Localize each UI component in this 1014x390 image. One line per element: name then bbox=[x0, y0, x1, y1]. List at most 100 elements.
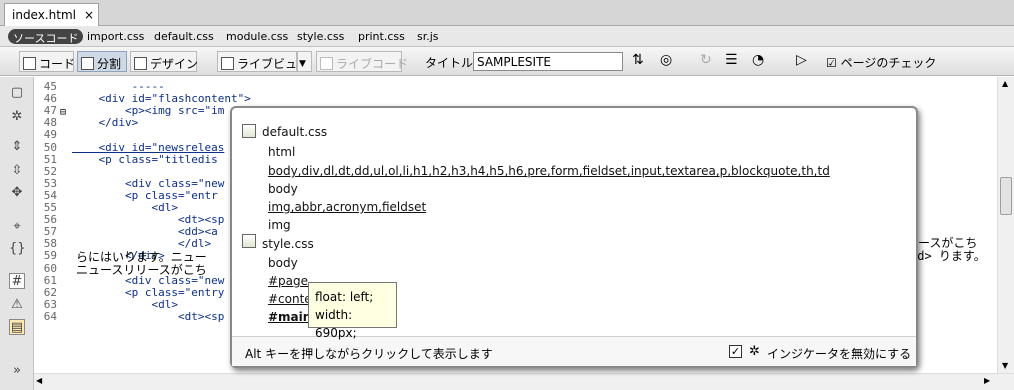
line-number: 48 bbox=[43, 116, 57, 130]
refresh-icon[interactable]: ↻ bbox=[700, 52, 712, 68]
validate-icon[interactable]: ▷ bbox=[796, 52, 807, 68]
code-line: <dt><sp bbox=[72, 213, 225, 227]
scroll-thumb[interactable] bbox=[1000, 177, 1012, 215]
code-line: <p class="entry bbox=[72, 285, 225, 299]
live-code-button[interactable]: ライブコード bbox=[316, 51, 408, 72]
css-file-icon bbox=[242, 124, 256, 138]
css-rule[interactable]: img bbox=[268, 218, 291, 232]
design-view-icon bbox=[134, 57, 147, 70]
css-rule[interactable]: #conte bbox=[268, 292, 312, 306]
css-file-icon bbox=[242, 234, 256, 248]
line-number: 49 bbox=[43, 128, 57, 142]
scroll-down-icon[interactable]: ▼ bbox=[1002, 361, 1008, 370]
code-line: <p class="entr bbox=[72, 188, 218, 202]
document-tab-bar: index.html × bbox=[0, 0, 1014, 26]
disable-indicator-label: インジケータを無効にする bbox=[767, 347, 912, 361]
css-rule[interactable]: img,abbr,acronym,fieldset bbox=[268, 200, 426, 214]
line-number: 54 bbox=[43, 188, 57, 202]
close-tab-icon[interactable]: × bbox=[84, 8, 94, 22]
related-file-default-css[interactable]: default.css bbox=[154, 30, 214, 43]
split-view-button[interactable]: 分割 bbox=[77, 51, 127, 72]
expand-all-icon[interactable]: ✥ bbox=[9, 185, 25, 201]
tooltip-line: float: left; bbox=[315, 290, 374, 304]
css-rule[interactable]: body bbox=[268, 182, 298, 196]
scroll-left-icon[interactable]: ◀ bbox=[36, 376, 42, 385]
code-view-button[interactable]: コード bbox=[19, 51, 75, 72]
live-view-icon bbox=[221, 57, 234, 70]
live-view-dropdown[interactable]: ▼ bbox=[297, 51, 312, 72]
line-number: 56 bbox=[43, 213, 57, 227]
code-line: <div class="new bbox=[72, 176, 225, 190]
live-view-button[interactable]: ライブビュー bbox=[217, 51, 309, 72]
css-file-name[interactable]: style.css bbox=[262, 237, 314, 251]
line-number: 57 bbox=[43, 225, 57, 239]
syntax-error-alerts-icon[interactable]: ▤ bbox=[9, 319, 25, 335]
line-number: 46 bbox=[43, 92, 57, 106]
check-page-button[interactable]: ☑ ページのチェック bbox=[826, 54, 936, 71]
select-parent-tag-icon[interactable]: ⌖ bbox=[9, 219, 25, 235]
split-view-icon bbox=[81, 57, 94, 70]
css-file-name[interactable]: default.css bbox=[262, 125, 327, 139]
code-line: <dl> bbox=[72, 297, 178, 311]
title-input[interactable] bbox=[473, 52, 623, 71]
indicator-icon: ✲ bbox=[749, 344, 760, 359]
horizontal-scrollbar[interactable]: ◀ ▶ bbox=[34, 373, 1014, 390]
line-number: 47 bbox=[43, 104, 57, 118]
related-file-module-css[interactable]: module.css bbox=[226, 30, 288, 43]
wrapped-text-line: ニュースリリースがこち bbox=[76, 263, 207, 277]
related-file-import-css[interactable]: import.css bbox=[87, 30, 144, 43]
collapse-toggle-icon[interactable]: ⊟ bbox=[60, 107, 66, 118]
related-file-style-css[interactable]: style.css bbox=[297, 30, 344, 43]
line-number: 50 bbox=[43, 140, 57, 154]
line-number: 45 bbox=[43, 80, 57, 93]
source-code-button[interactable]: ソースコード bbox=[8, 29, 84, 45]
collapse-tag-icon[interactable]: ⇕ bbox=[9, 139, 25, 155]
document-tab[interactable]: index.html × bbox=[4, 3, 99, 26]
related-file-sr-js[interactable]: sr.js bbox=[417, 30, 439, 43]
line-number: 62 bbox=[43, 285, 57, 299]
file-transfer-icon[interactable]: ⇅ bbox=[632, 52, 644, 68]
related-files-bar: ソースコード import.css default.css module.css… bbox=[0, 26, 1014, 47]
browser-preview-icon[interactable]: ◎ bbox=[660, 52, 672, 68]
code-line: ----- bbox=[72, 80, 165, 93]
scroll-right-icon[interactable]: ▶ bbox=[984, 376, 990, 385]
view-options-icon[interactable]: ☰ bbox=[725, 52, 738, 68]
line-number: 64 bbox=[43, 309, 57, 323]
line-number: 59 bbox=[43, 249, 57, 263]
scroll-up-icon[interactable]: ▲ bbox=[1002, 79, 1008, 88]
more-tools-icon[interactable]: » bbox=[9, 363, 25, 379]
chevron-down-icon: ▼ bbox=[299, 59, 306, 69]
line-number: 58 bbox=[43, 237, 57, 251]
tooltip-line: width: 690px; bbox=[315, 308, 357, 340]
disable-indicator-checkbox[interactable]: ✓ bbox=[729, 345, 742, 358]
open-documents-icon[interactable]: ▢ bbox=[9, 85, 25, 101]
css-rule[interactable]: #page bbox=[268, 274, 308, 288]
show-code-navigator-icon[interactable]: ✲ bbox=[9, 109, 25, 125]
check-page-icon: ☑ bbox=[826, 56, 841, 70]
line-number: 61 bbox=[43, 273, 57, 287]
css-rule[interactable]: html bbox=[268, 145, 295, 159]
code-line: <dd><a bbox=[72, 225, 218, 239]
balance-braces-icon[interactable]: {} bbox=[9, 241, 26, 257]
visual-aids-icon[interactable]: ◔ bbox=[752, 52, 764, 68]
highlight-invalid-code-icon[interactable]: ⚠ bbox=[9, 297, 25, 313]
design-view-button[interactable]: デザイン bbox=[130, 51, 198, 72]
alt-click-hint: Alt キーを押しながらクリックして表示します bbox=[245, 347, 493, 361]
css-rule[interactable]: body,div,dl,dt,dd,ul,ol,li,h1,h2,h3,h4,h… bbox=[268, 164, 830, 178]
code-line: <p class="titledis bbox=[72, 152, 218, 166]
related-file-print-css[interactable]: print.css bbox=[358, 30, 405, 43]
coding-toolbar: ▢ ✲ ⇕ ⇳ ✥ ⌖ {} # ⚠ ▤ » bbox=[0, 77, 34, 390]
css-rule[interactable]: body bbox=[268, 256, 298, 270]
collapse-selection-icon[interactable]: ⇳ bbox=[9, 163, 25, 179]
line-number: 53 bbox=[43, 176, 57, 190]
code-line: </dl> bbox=[72, 237, 212, 251]
css-rule[interactable]: #main bbox=[268, 310, 311, 324]
line-number: 60 bbox=[43, 261, 57, 275]
vertical-scrollbar[interactable]: ▲ ▼ bbox=[997, 77, 1014, 373]
line-numbers-icon[interactable]: # bbox=[9, 273, 25, 289]
code-line: <dt><sp bbox=[72, 309, 225, 323]
document-toolbar: コード 分割 デザイン ライブビュー ▼ ライブコード タイトル： ⇅ ◎ ↻ … bbox=[0, 47, 1014, 76]
code-view-icon bbox=[23, 57, 36, 70]
code-line: <div id="flashcontent"> bbox=[72, 92, 251, 106]
line-number: 55 bbox=[43, 201, 57, 214]
